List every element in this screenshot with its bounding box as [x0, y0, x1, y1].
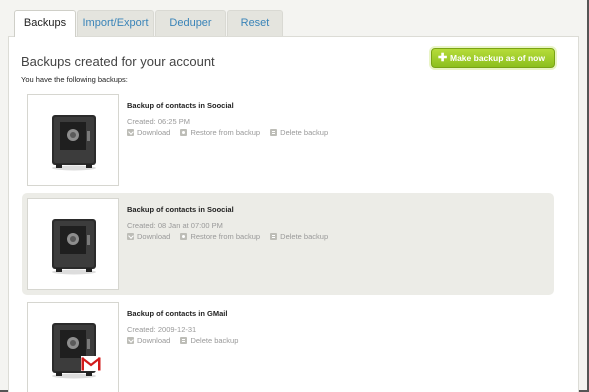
safe-icon — [52, 219, 96, 275]
download-icon — [127, 337, 134, 344]
delete-label: Delete backup — [190, 336, 239, 345]
app-window: Backups Import/Export Deduper Reset Back… — [0, 0, 589, 392]
delete-label: Delete backup — [280, 232, 329, 241]
restore-icon — [180, 233, 188, 240]
backup-item: Backup of contacts in Soocial Created: 0… — [22, 193, 554, 295]
tab-deduper[interactable]: Deduper — [155, 10, 226, 36]
download-label: Download — [137, 232, 171, 241]
download-icon — [127, 233, 134, 240]
tab-import-export[interactable]: Import/Export — [77, 10, 154, 36]
backup-thumbnail — [27, 94, 119, 186]
delete-icon — [270, 233, 278, 240]
backup-item: Backup of contacts in Soocial Created: 0… — [22, 89, 554, 191]
backup-actions: Download Restore from backup Delete back… — [127, 128, 336, 137]
safe-icon — [52, 115, 96, 171]
backup-name: Backup of contacts in Soocial — [127, 205, 234, 214]
download-icon — [127, 129, 134, 136]
delete-link[interactable]: Delete backup — [270, 232, 328, 241]
make-backup-button[interactable]: ✚ Make backup as of now — [431, 48, 555, 68]
backup-actions: Download Delete backup — [127, 336, 246, 345]
delete-icon — [180, 337, 188, 344]
backup-thumbnail — [27, 198, 119, 290]
backup-created: Created: 2009-12-31 — [127, 325, 197, 334]
download-label: Download — [137, 128, 171, 137]
delete-link[interactable]: Delete backup — [180, 336, 238, 345]
tab-backups[interactable]: Backups — [14, 10, 76, 37]
backup-created: Created: 08 Jan at 07:00 PM — [127, 221, 223, 230]
restore-label: Restore from backup — [190, 128, 261, 137]
backup-created: Created: 06:25 PM — [127, 117, 190, 126]
page-subtitle: You have the following backups: — [21, 75, 128, 84]
download-link[interactable]: Download — [127, 128, 170, 137]
backups-panel: Backups created for your account You hav… — [8, 36, 579, 392]
plus-icon: ✚ — [438, 52, 448, 64]
tab-reset[interactable]: Reset — [227, 10, 283, 36]
backup-actions: Download Restore from backup Delete back… — [127, 232, 336, 241]
download-label: Download — [137, 336, 171, 345]
download-link[interactable]: Download — [127, 336, 170, 345]
restore-label: Restore from backup — [190, 232, 261, 241]
delete-link[interactable]: Delete backup — [270, 128, 328, 137]
delete-label: Delete backup — [280, 128, 329, 137]
backup-item: Backup of contacts in GMail Created: 200… — [22, 297, 554, 392]
restore-link[interactable]: Restore from backup — [180, 128, 260, 137]
backup-name: Backup of contacts in GMail — [127, 309, 228, 318]
make-backup-label: Make backup as of now — [450, 53, 545, 63]
gmail-icon — [81, 356, 101, 371]
restore-icon — [180, 129, 188, 136]
page-title: Backups created for your account — [21, 54, 215, 69]
backup-name: Backup of contacts in Soocial — [127, 101, 234, 110]
backup-thumbnail — [27, 302, 119, 392]
delete-icon — [270, 129, 278, 136]
download-link[interactable]: Download — [127, 232, 170, 241]
restore-link[interactable]: Restore from backup — [180, 232, 260, 241]
